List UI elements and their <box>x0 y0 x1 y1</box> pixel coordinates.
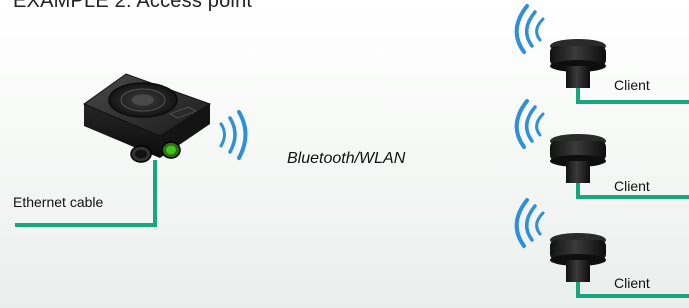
wifi-waves-icon <box>514 99 545 149</box>
client-label-1: Client <box>614 77 650 93</box>
ethernet-port-connector <box>130 145 152 163</box>
ethernet-cable-label: Ethernet cable <box>13 194 104 210</box>
status-led-connector <box>161 141 181 159</box>
wifi-waves-icon <box>514 198 545 248</box>
client-label-2: Client <box>614 178 650 194</box>
client-label-3: Client <box>614 275 650 291</box>
wireless-link-label: Bluetooth/WLAN <box>287 150 406 167</box>
access-point-device <box>82 73 212 163</box>
client-device-2 <box>514 99 606 183</box>
wifi-waves-icon <box>514 4 545 54</box>
client-device-3 <box>514 198 606 282</box>
client-device-1 <box>514 4 606 88</box>
wifi-waves-icon <box>219 110 248 160</box>
diagram-title: EXAMPLE 2: Access point <box>13 0 253 12</box>
